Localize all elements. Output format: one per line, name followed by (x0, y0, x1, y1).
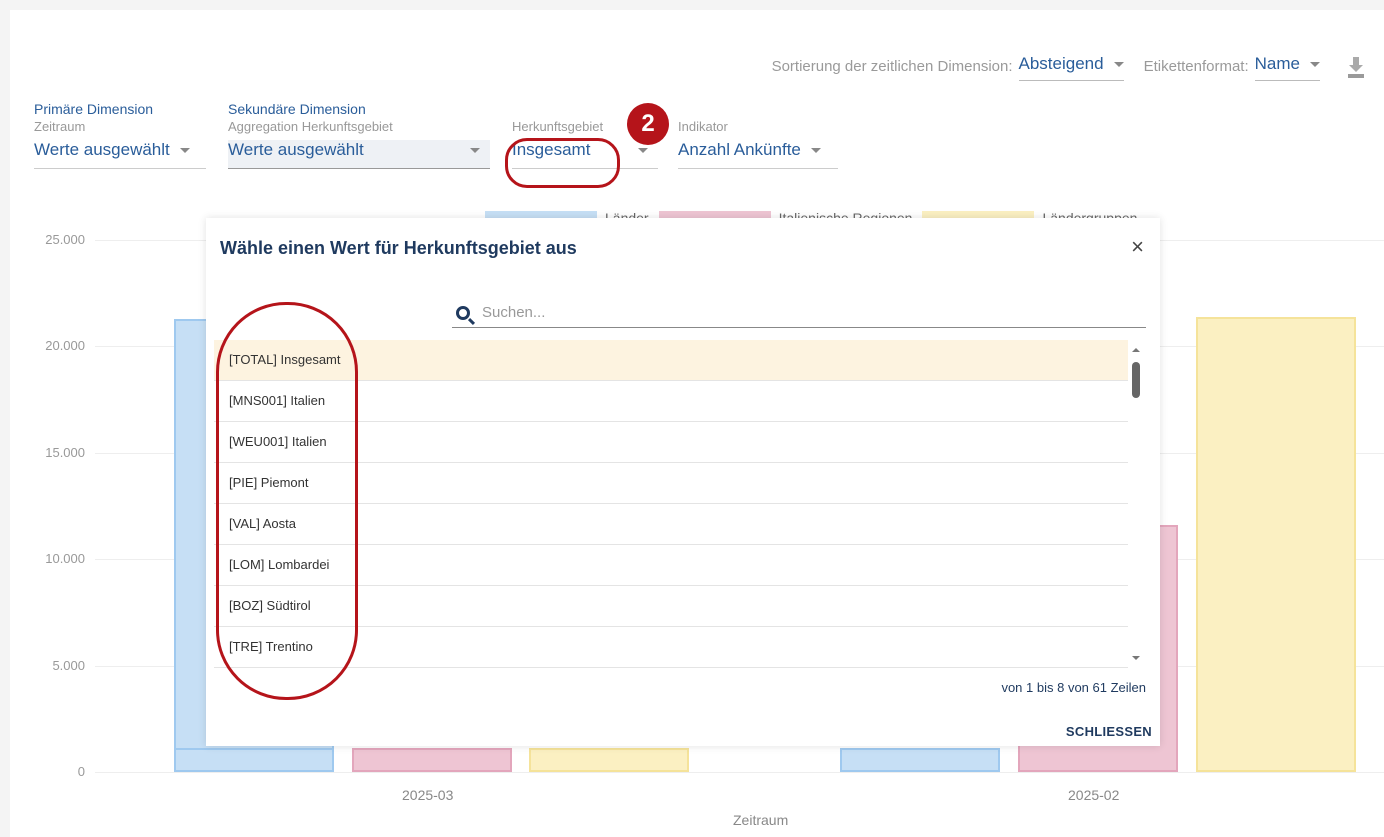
label-format-value: Name (1254, 54, 1300, 73)
y-tick-label: 5.000 (52, 657, 85, 673)
bar-stub-3 (840, 747, 1000, 772)
search-box (452, 298, 1146, 328)
x-axis-title: Zeitraum (733, 812, 789, 828)
close-button[interactable]: SCHLIESSEN (1066, 724, 1152, 739)
y-tick-label: 20.000 (45, 338, 85, 354)
indicator-select[interactable]: Anzahl Ankünfte (678, 140, 838, 169)
bar-stub-0 (174, 747, 334, 772)
close-icon[interactable]: × (1131, 234, 1144, 260)
secondary-dimension-title: Sekundäre Dimension (228, 101, 366, 117)
secondary-dimension-value: Werte ausgewählt (228, 140, 364, 159)
label-format-label: Etikettenformat: (1143, 58, 1249, 75)
primary-dimension-title: Primäre Dimension (34, 101, 154, 117)
primary-dimension-select[interactable]: Werte ausgewählt (34, 140, 206, 169)
step-badge: 2 (627, 103, 669, 145)
grid-line (95, 772, 1384, 773)
scroll-up-icon[interactable] (1132, 348, 1140, 352)
secondary-dimension-subtitle: Aggregation Herkunftsgebiet (228, 119, 393, 134)
y-tick-label: 0 (77, 764, 85, 779)
chart-toolbar: Sortierung der zeitlichen Dimension: Abs… (772, 52, 1364, 81)
download-icon[interactable] (1348, 56, 1364, 78)
pager-text: von 1 bis 8 von 61 Zeilen (1001, 680, 1146, 695)
search-icon (456, 305, 470, 320)
chevron-down-icon (179, 147, 190, 153)
y-tick-label: 15.000 (45, 444, 85, 460)
bar-stub-2 (529, 747, 689, 772)
y-tick-label: 25.000 (45, 232, 85, 247)
x-tick-label-1: 2025-02 (1068, 787, 1120, 803)
chevron-down-icon (638, 147, 648, 153)
annotation-ring-origin (505, 138, 620, 188)
indicator-filter: Indikator Anzahl Ankünfte (678, 101, 838, 169)
annotation-ring-list (216, 302, 358, 700)
indicator-value: Anzahl Ankünfte (678, 140, 801, 159)
chevron-down-icon (1310, 61, 1320, 67)
chevron-down-icon (470, 147, 480, 153)
x-tick-label-0: 2025-03 (402, 787, 454, 803)
primary-dimension-value: Werte ausgewählt (34, 140, 170, 159)
indicator-subtitle: Indikator (678, 119, 728, 134)
scroll-down-icon[interactable] (1132, 656, 1140, 660)
dialog-title: Wähle einen Wert für Herkunftsgebiet aus (220, 238, 577, 258)
sort-select[interactable]: Absteigend (1018, 52, 1124, 81)
sort-label: Sortierung der zeitlichen Dimension: (771, 58, 1013, 75)
chevron-down-icon (810, 147, 821, 153)
bar-2025-02-2[interactable] (1196, 316, 1356, 772)
chevron-down-icon (1113, 61, 1124, 67)
primary-dimension-filter: Primäre Dimension Zeitraum Werte ausgewä… (34, 101, 206, 169)
secondary-dimension-select[interactable]: Werte ausgewählt (228, 140, 490, 169)
label-format-select[interactable]: Name (1254, 52, 1320, 81)
list-scrollbar[interactable] (1130, 344, 1142, 660)
scroll-thumb[interactable] (1132, 362, 1140, 398)
primary-dimension-subtitle: Zeitraum (34, 119, 86, 134)
bar-stub-1 (352, 747, 512, 772)
search-input[interactable] (482, 304, 1146, 321)
sort-value: Absteigend (1018, 54, 1104, 73)
y-tick-label: 10.000 (45, 551, 85, 567)
secondary-dimension-filter: Sekundäre Dimension Aggregation Herkunft… (228, 101, 490, 169)
